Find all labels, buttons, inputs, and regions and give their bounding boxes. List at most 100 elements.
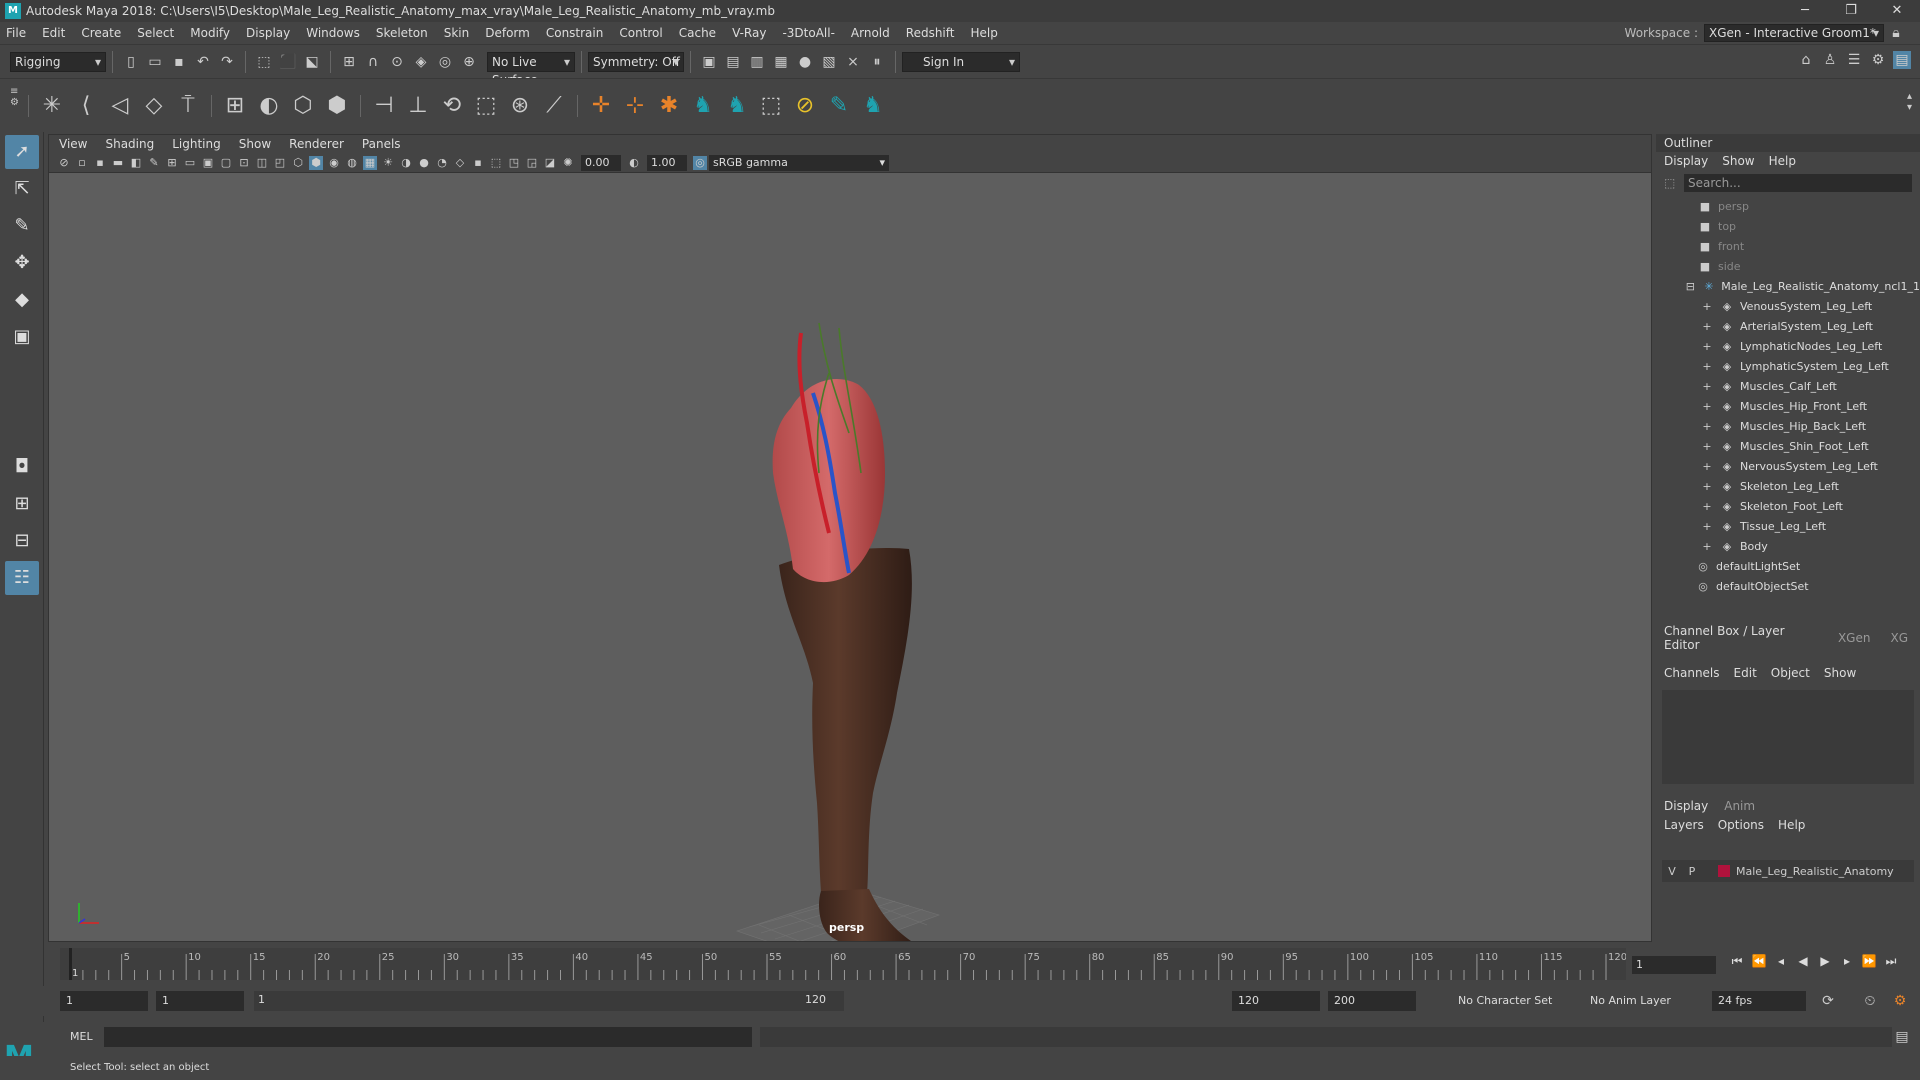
outliner-item-child[interactable]: + ◈ LymphaticSystem_Leg_Left [1656,356,1920,376]
shadows-icon[interactable]: ☀ [381,156,395,170]
persp-outliner-icon[interactable]: ⊟ [5,524,39,558]
outliner-item-set[interactable]: ◎ defaultLightSet [1656,556,1920,576]
smooth-shade-icon[interactable]: ⬢ [309,155,323,170]
empty-slot-icon[interactable]: ⬚ [757,92,785,120]
open-scene-icon[interactable]: ▭ [146,53,164,71]
outliner-item-child[interactable]: + ◈ Skeleton_Leg_Left [1656,476,1920,496]
paint-weights-icon[interactable]: ◐ [255,92,283,120]
outliner-item-child[interactable]: + ◈ Muscles_Hip_Front_Left [1656,396,1920,416]
textured-icon[interactable]: ◍ [345,156,359,170]
close-button[interactable]: ✕ [1874,0,1920,22]
menu-file[interactable]: File [6,26,26,40]
tab-anim[interactable]: Anim [1724,799,1755,813]
cb-menu-edit[interactable]: Edit [1734,666,1757,680]
ik-spline-icon[interactable]: ◁ [106,92,134,120]
layer-visibility[interactable]: V [1662,865,1682,878]
step-forward-frame-icon[interactable]: ▸ [1836,954,1858,969]
camera-attributes-icon[interactable]: ▫ [75,156,89,170]
motion-blur-icon[interactable]: ● [417,156,431,170]
workspace-dropdown[interactable]: XGen - Interactive Groom1* [1704,24,1884,42]
go-to-end-icon[interactable]: ⏭ [1880,954,1902,969]
outliner-item-child[interactable]: + ◈ Muscles_Shin_Foot_Left [1656,436,1920,456]
character-set-dropdown[interactable]: No Character Set [1452,991,1576,1011]
outliner-item-child[interactable]: + ◈ Muscles_Calf_Left [1656,376,1920,396]
lasso-tool-icon[interactable]: ⇱ [5,172,39,206]
quick-rig-icon[interactable]: ♞ [689,92,717,120]
select-object-icon[interactable]: ⬛ [279,53,297,71]
expand-icon[interactable]: + [1700,340,1714,353]
loop-icon[interactable]: ⟳ [1819,992,1837,1010]
multisample-icon[interactable]: ◔ [435,156,449,170]
pose-editor-icon[interactable]: ✎ [825,92,853,120]
select-component-icon[interactable]: ⬕ [303,53,321,71]
expand-icon[interactable]: + [1700,480,1714,493]
xray-joints-icon[interactable]: ◳ [507,156,521,170]
color-management-icon[interactable]: ◎ [693,155,707,170]
layout-icon[interactable]: ☷ [5,561,39,595]
save-scene-icon[interactable]: ▪ [170,53,188,71]
cb-menu-show[interactable]: Show [1824,666,1856,680]
outliner-item-child[interactable]: + ◈ NervousSystem_Leg_Left [1656,456,1920,476]
make-live-icon[interactable]: ⊕ [460,53,478,71]
menu-vray[interactable]: V-Ray [732,26,766,40]
outliner-menu-display[interactable]: Display [1664,154,1708,168]
render-current-icon[interactable]: ▣ [700,53,718,71]
expand-icon[interactable]: + [1700,540,1714,553]
point-constraint-icon[interactable]: ⊥ [404,92,432,120]
step-forward-key-icon[interactable]: ⏩ [1858,954,1880,969]
grid-toggle-icon[interactable]: ⊞ [165,156,179,170]
grease-pencil-icon[interactable]: ✎ [147,156,161,170]
viewport-panel[interactable]: View Shading Lighting Show Renderer Pane… [48,134,1652,960]
lock-icon[interactable]: 🔒︎ [1887,24,1905,42]
outliner-item-top[interactable]: ■ top [1656,216,1920,236]
viewport-menu-lighting[interactable]: Lighting [172,137,221,151]
gamma-icon[interactable]: ◐ [627,156,641,170]
wireframe-icon[interactable]: ⬡ [291,156,305,170]
maximize-button[interactable]: ❐ [1828,0,1874,22]
expand-icon[interactable]: + [1700,400,1714,413]
orient-constraint-icon[interactable]: ⟲ [438,92,466,120]
mirror-joint-icon[interactable]: ⍑ [174,92,202,120]
shelf-scroll-icon[interactable]: ▴ ▾ [1907,91,1912,113]
two-d-pan-icon[interactable]: ◧ [129,156,143,170]
channel-box-icon[interactable]: ▤ [1893,51,1911,69]
cb-menu-channels[interactable]: Channels [1664,666,1720,680]
layer-menu-layers[interactable]: Layers [1664,818,1704,832]
snap-view-icon[interactable]: ◎ [436,53,454,71]
pause-icon[interactable]: ⏸︎ [868,53,886,71]
menu-skeleton[interactable]: Skeleton [376,26,428,40]
viewport-menu-panels[interactable]: Panels [362,137,401,151]
expand-icon[interactable]: + [1700,360,1714,373]
live-surface-field[interactable]: No Live Surface [487,51,575,87]
outliner-item-child[interactable]: + ◈ ArterialSystem_Leg_Left [1656,316,1920,336]
step-back-key-icon[interactable]: ⏪ [1748,954,1770,969]
menu-select[interactable]: Select [137,26,174,40]
redo-icon[interactable]: ↷ [218,53,236,71]
colorspace-dropdown[interactable]: sRGB gamma [709,154,889,171]
rotate-tool-icon[interactable]: ◆ [5,283,39,317]
tool-settings-icon[interactable]: ⚙ [1869,51,1887,69]
vray-render-icon[interactable]: ⨯ [844,53,862,71]
viewport-menu-shading[interactable]: Shading [105,137,154,151]
outliner-item-persp[interactable]: ■ persp [1656,196,1920,216]
bookmark-icon[interactable]: ▪ [93,156,107,170]
attribute-editor-icon[interactable]: ☰ [1845,51,1863,69]
screen-space-ao-icon[interactable]: ◑ [399,156,413,170]
film-gate-icon[interactable]: ▭ [183,156,197,170]
outliner-item-root[interactable]: ⊟ ✳ Male_Leg_Realistic_Anatomy_ncl1_1 [1656,276,1920,296]
outliner-item-child[interactable]: + ◈ LymphaticNodes_Leg_Left [1656,336,1920,356]
auto-key-icon[interactable]: ⏲ [1861,992,1879,1010]
joint-tool-icon[interactable]: ✳ [38,92,66,120]
xray-active-icon[interactable]: ◲ [525,156,539,170]
shelf-options-icon[interactable]: ≡ ⚙ [10,86,22,126]
viewport-menu-renderer[interactable]: Renderer [289,137,344,151]
playback-end-field[interactable]: 120 [1232,991,1320,1011]
backface-icon[interactable]: ◪ [543,156,557,170]
filter-icon[interactable]: ⬚ [1664,176,1675,190]
script-editor-icon[interactable]: ▤ [1893,1028,1911,1046]
snap-grid-icon[interactable]: ⊞ [340,53,358,71]
menu-windows[interactable]: Windows [306,26,360,40]
expand-icon[interactable]: + [1700,380,1714,393]
scene-3d-view[interactable]: persp [49,173,1651,960]
aim-constraint-icon[interactable]: ⊛ [506,92,534,120]
